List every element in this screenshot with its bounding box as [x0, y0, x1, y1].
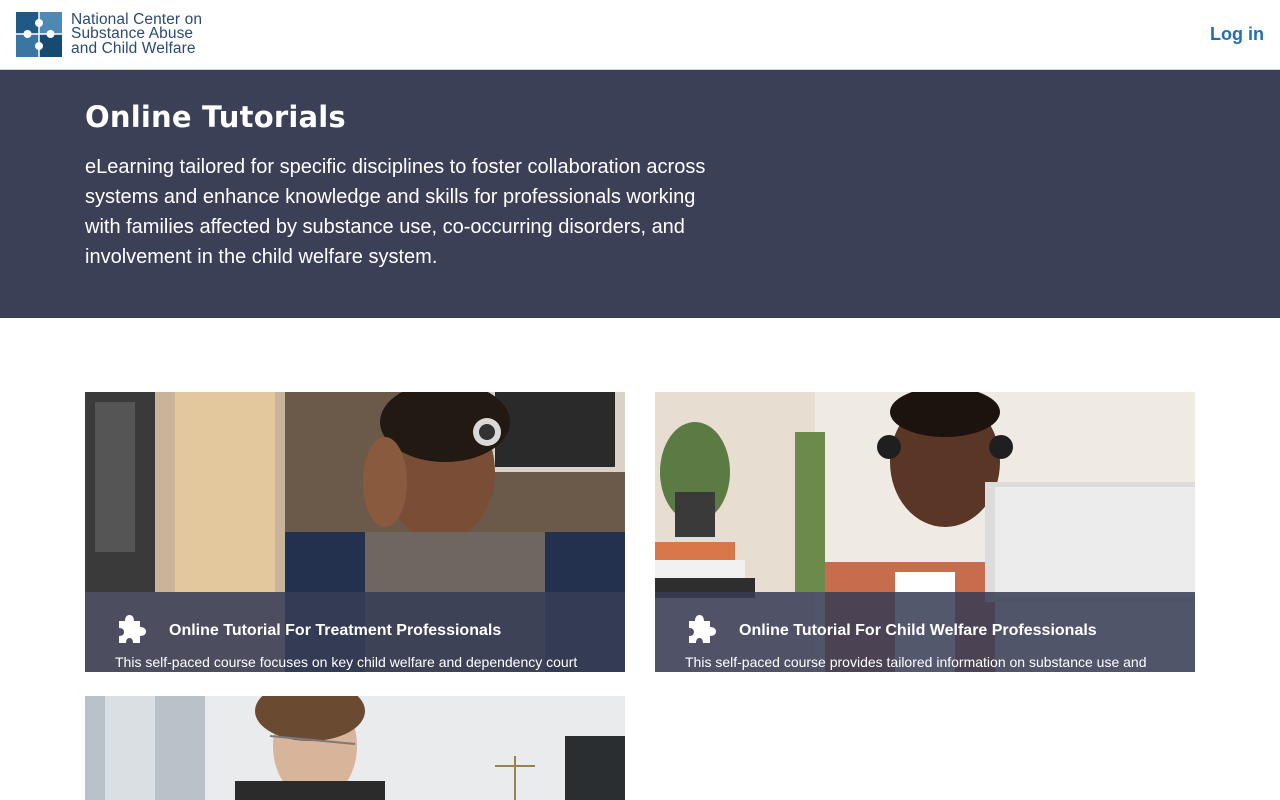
page-title: Online Tutorials	[85, 100, 346, 134]
tutorial-card-legal[interactable]	[85, 696, 625, 800]
puzzle-piece-icon	[119, 615, 146, 643]
tutorial-card-treatment[interactable]: Online Tutorial For Treatment Profession…	[85, 392, 625, 672]
tutorial-card-child-welfare[interactable]: Online Tutorial For Child Welfare Profes…	[655, 392, 1195, 672]
hero-banner: Online Tutorials eLearning tailored for …	[0, 70, 1280, 318]
card-title: Online Tutorial For Child Welfare Profes…	[739, 622, 1097, 639]
card-title: Online Tutorial For Treatment Profession…	[169, 622, 502, 639]
hero-description: eLearning tailored for specific discipli…	[85, 156, 706, 268]
site-logo[interactable]: National Center on Substance Abuse and C…	[16, 12, 202, 57]
site-header: National Center on Substance Abuse and C…	[0, 0, 1280, 70]
card-description: This self-paced course provides tailored…	[685, 654, 1147, 670]
card-overlay: Online Tutorial For Treatment Profession…	[85, 592, 625, 672]
login-link[interactable]: Log in	[1210, 24, 1264, 45]
logo-line-3: and Child Welfare	[71, 39, 196, 57]
woman-with-glasses-photo	[85, 696, 625, 800]
card-overlay: Online Tutorial For Child Welfare Profes…	[655, 592, 1195, 672]
puzzle-logo-icon	[16, 12, 62, 57]
puzzle-piece-icon	[689, 615, 716, 643]
logo-text: National Center on Substance Abuse and C…	[71, 12, 202, 57]
card-description: This self-paced course focuses on key ch…	[115, 654, 578, 670]
